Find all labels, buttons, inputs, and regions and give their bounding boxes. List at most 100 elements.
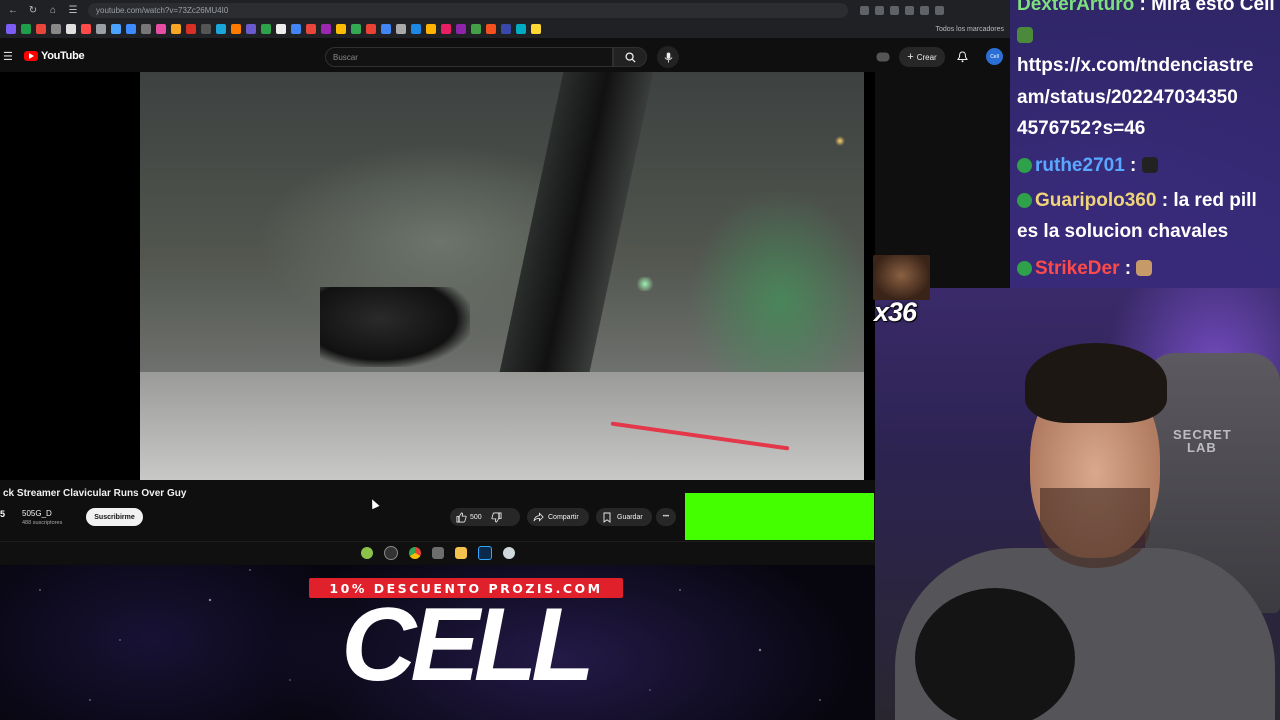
bookmark-icon[interactable]	[51, 24, 61, 34]
voice-search-button[interactable]	[657, 46, 679, 68]
chat-username: DexterArturo	[1017, 0, 1135, 15]
reload-icon[interactable]: ↻	[26, 3, 40, 17]
black-cat	[915, 588, 1075, 720]
extension-icon[interactable]	[860, 5, 869, 15]
cat-emote-icon	[1141, 157, 1158, 173]
plus-icon: +	[907, 51, 914, 63]
chat-message: StrikeDer :	[1017, 253, 1153, 284]
create-label: Crear	[916, 52, 937, 62]
chat-message: DexterArturo : Mira esto Cell	[1017, 0, 1280, 51]
chat-username: StrikeDer	[1035, 258, 1120, 279]
bookmark-icon[interactable]	[456, 24, 466, 34]
youtube-play-icon	[24, 51, 38, 61]
chrome-icon[interactable]	[408, 547, 421, 559]
search-button[interactable]	[613, 47, 647, 67]
app-icon[interactable]	[502, 547, 515, 559]
bookmark-icon[interactable]	[501, 24, 511, 34]
chat-message-line: 4576752?s=46	[1017, 118, 1146, 139]
bookmark-icon[interactable]	[126, 24, 136, 34]
dislike-icon[interactable]	[490, 510, 504, 524]
taskbar	[0, 541, 875, 564]
bookmark-icon[interactable]	[141, 24, 151, 34]
create-button[interactable]: + Crear	[899, 47, 945, 67]
bookmark-icon[interactable]	[366, 24, 376, 34]
emote-icon	[1136, 260, 1153, 276]
chair-brand-line: LAB	[1187, 440, 1217, 455]
folder-icon[interactable]	[454, 547, 467, 559]
bookmark-icon[interactable]	[81, 24, 91, 34]
bookmark-icon[interactable]	[441, 24, 451, 34]
bookmark-icon[interactable]	[261, 24, 271, 34]
app-icon[interactable]	[383, 546, 398, 560]
extension-icon[interactable]	[890, 5, 899, 15]
like-dislike-group: 500	[450, 508, 520, 526]
like-icon[interactable]	[454, 510, 468, 524]
bookmarks-bar: Todos los marcadores	[0, 20, 1010, 38]
browser-window: ← ↻ ⌂ ☰ youtube.com/watch?v=73Zc26MU4I0	[0, 0, 1010, 565]
bookmark-icon[interactable]	[201, 24, 211, 34]
bookmark-icon[interactable]	[516, 24, 526, 34]
account-avatar[interactable]: Cell	[986, 48, 1003, 65]
url-field[interactable]: youtube.com/watch?v=73Zc26MU4I0	[88, 2, 848, 18]
bookmark-icon[interactable]	[231, 24, 241, 34]
bookmark-icon[interactable]	[36, 24, 46, 34]
bookmark-icon[interactable]	[66, 24, 76, 34]
site-info-icon[interactable]: ☰	[66, 3, 80, 17]
more-actions-button[interactable]: •••	[656, 508, 676, 526]
mouse-cursor	[368, 497, 380, 510]
video-player[interactable]	[0, 72, 875, 480]
chat-message-line: am/status/202247034350	[1017, 87, 1238, 108]
extension-icon[interactable]	[920, 5, 929, 15]
bookmark-icon[interactable]	[306, 24, 316, 34]
extensions-row	[860, 5, 944, 15]
app-icon[interactable]	[360, 547, 373, 559]
youtube-logo[interactable]: YouTube	[24, 50, 85, 62]
extension-icon[interactable]	[905, 5, 914, 15]
bookmark-icon[interactable]	[186, 24, 196, 34]
bookmark-icon[interactable]	[321, 24, 331, 34]
subscriber-badge-icon	[1017, 158, 1032, 173]
app-icon[interactable]	[431, 547, 444, 559]
bookmark-icon[interactable]	[171, 24, 181, 34]
channel-name[interactable]: 505G_D	[22, 509, 52, 518]
address-bar: ← ↻ ⌂ ☰ youtube.com/watch?v=73Zc26MU4I0	[0, 0, 1010, 20]
youtube-logo-text: YouTube	[41, 50, 85, 62]
back-icon[interactable]: ←	[6, 3, 20, 17]
bookmark-icon[interactable]	[21, 24, 31, 34]
bookmark-icon[interactable]	[111, 24, 121, 34]
save-button[interactable]: Guardar	[596, 508, 652, 526]
bookmark-icon[interactable]	[276, 24, 286, 34]
bookmark-icon[interactable]	[246, 24, 256, 34]
bookmark-icon[interactable]	[426, 24, 436, 34]
bookmark-icon[interactable]	[381, 24, 391, 34]
search-input[interactable]: Buscar	[325, 47, 613, 67]
bookmark-icon[interactable]	[486, 24, 496, 34]
bookmark-icon[interactable]	[96, 24, 106, 34]
bookmark-icon[interactable]	[336, 24, 346, 34]
bookmark-icon[interactable]	[351, 24, 361, 34]
notifications-icon[interactable]	[954, 49, 970, 65]
bookmark-icon[interactable]	[411, 24, 421, 34]
menu-icon[interactable]: ☰	[3, 50, 13, 63]
channel-subscribers: 488 suscriptores	[22, 520, 63, 526]
bookmark-icon[interactable]	[6, 24, 16, 34]
video-title: ck Streamer Clavicular Runs Over Guy	[3, 488, 187, 499]
bookmark-icon[interactable]	[531, 24, 541, 34]
channel-avatar[interactable]: 5	[0, 509, 5, 519]
extension-icon[interactable]	[935, 5, 944, 15]
bookmark-icon[interactable]	[396, 24, 406, 34]
cast-icon[interactable]	[875, 49, 891, 65]
bookmark-save-icon	[600, 510, 614, 524]
bookmark-icon[interactable]	[471, 24, 481, 34]
save-label: Guardar	[617, 513, 643, 521]
subscribe-button[interactable]: Suscribirme	[86, 508, 143, 526]
photoshop-icon[interactable]	[477, 546, 492, 560]
bookmark-icon[interactable]	[216, 24, 226, 34]
all-bookmarks-folder[interactable]: Todos los marcadores	[936, 26, 1004, 33]
bookmark-icon[interactable]	[156, 24, 166, 34]
chat-username: Guaripolo360	[1035, 190, 1157, 211]
bookmark-icon[interactable]	[291, 24, 301, 34]
extension-icon[interactable]	[875, 5, 884, 15]
share-button[interactable]: Compartir	[527, 508, 589, 526]
home-icon[interactable]: ⌂	[46, 3, 60, 17]
